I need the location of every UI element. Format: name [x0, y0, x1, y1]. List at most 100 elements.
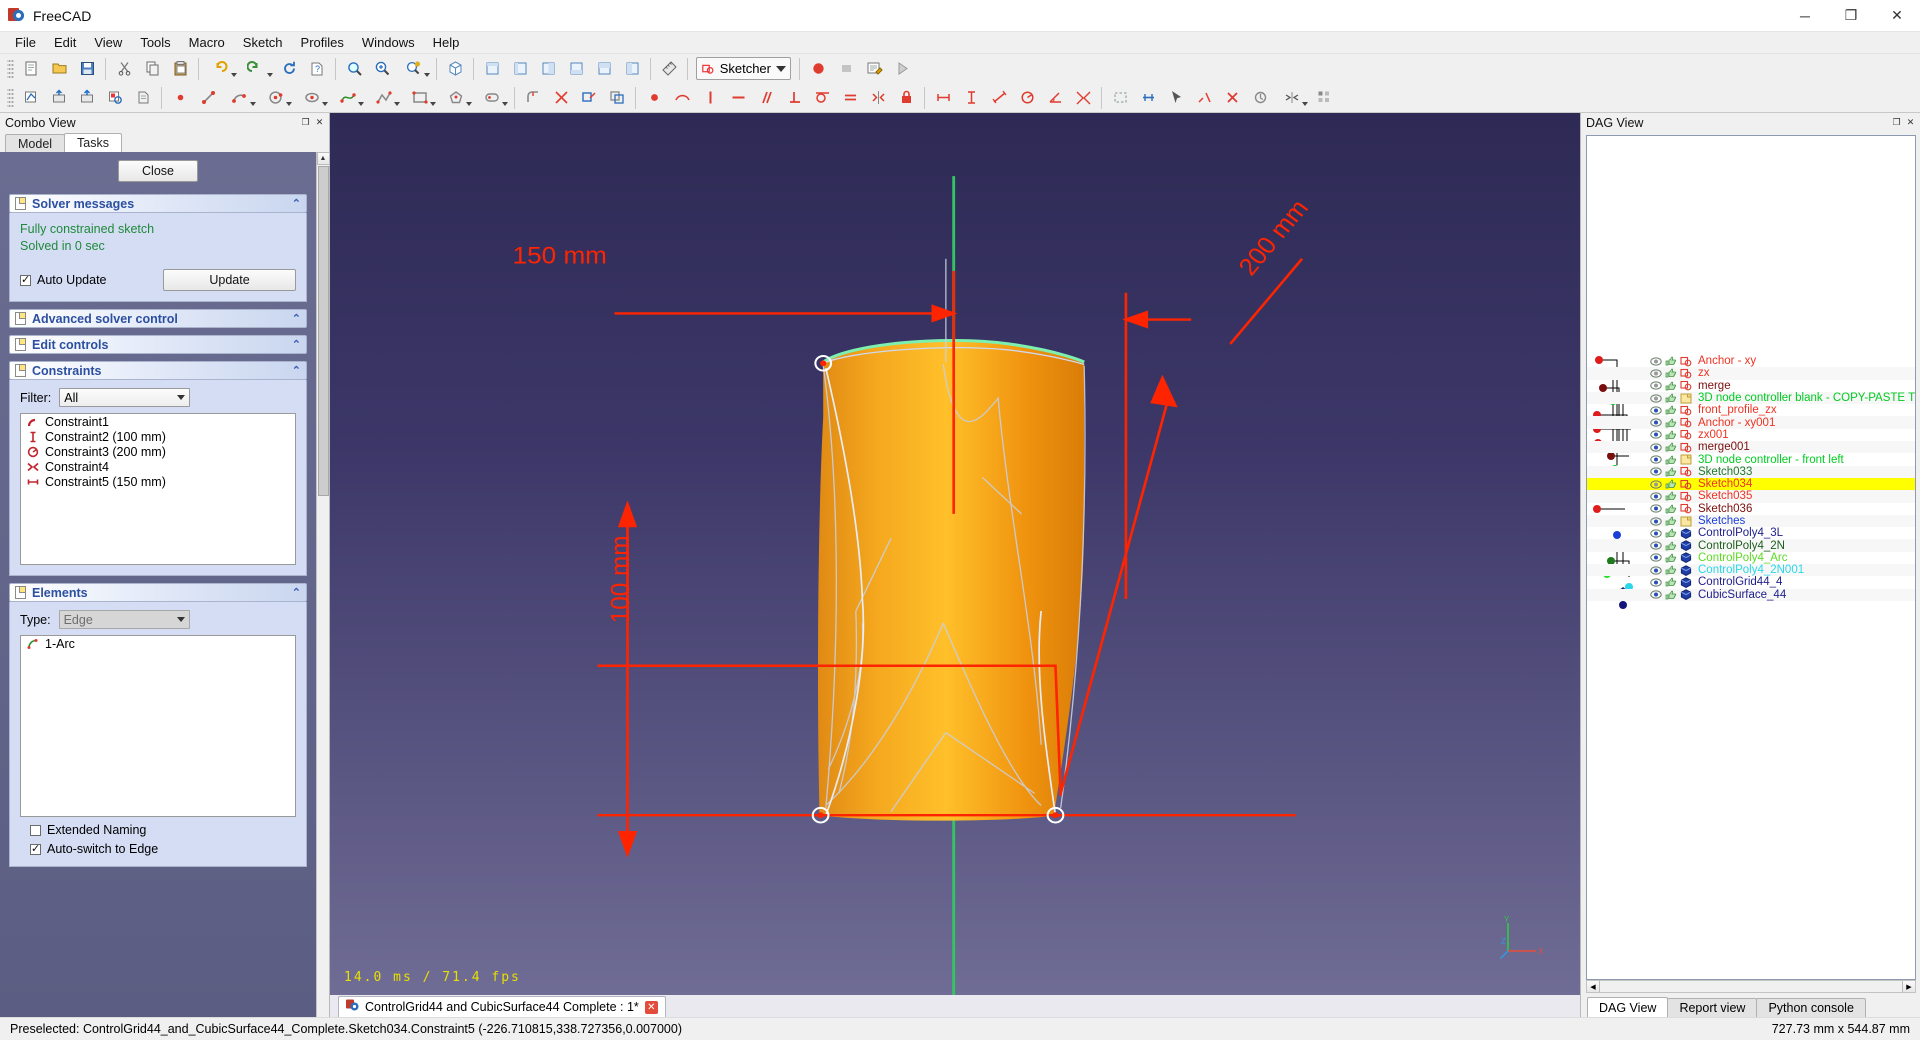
top-view-button[interactable] — [507, 57, 533, 81]
left-view-button[interactable] — [619, 57, 645, 81]
constraints-header[interactable]: Constraints ⌃ — [9, 361, 307, 380]
tab-tasks[interactable]: Tasks — [64, 133, 122, 152]
tab-model[interactable]: Model — [5, 134, 66, 152]
visibility-eye-icon[interactable] — [1649, 577, 1662, 588]
collapse-chevron-icon[interactable]: ⌃ — [292, 312, 301, 325]
menu-tools[interactable]: Tools — [131, 33, 179, 52]
menu-help[interactable]: Help — [424, 33, 469, 52]
menu-file[interactable]: File — [6, 33, 45, 52]
rear-view-button[interactable] — [563, 57, 589, 81]
constraint-list-item[interactable]: Constraint2 (100 mm) — [21, 429, 295, 444]
toolbar-grip[interactable] — [7, 57, 14, 80]
select-elements-button[interactable] — [1163, 86, 1189, 110]
undock-panel-button[interactable]: ❐ — [300, 117, 311, 128]
rectangular-array-button[interactable] — [1311, 86, 1337, 110]
select-conflicting-button[interactable] — [1219, 86, 1245, 110]
create-polygon-button[interactable] — [439, 86, 473, 110]
tasks-vertical-scrollbar[interactable]: ▲ — [316, 152, 330, 1017]
collapse-chevron-icon[interactable]: ⌃ — [292, 364, 301, 377]
constrain-vertical-button[interactable] — [697, 86, 723, 110]
visibility-eye-icon[interactable] — [1649, 405, 1662, 416]
validate-sketch-button[interactable] — [102, 86, 128, 110]
front-view-button[interactable] — [479, 57, 505, 81]
constrain-parallel-button[interactable] — [753, 86, 779, 110]
visibility-eye-icon[interactable] — [1649, 589, 1662, 600]
minimize-button[interactable]: ─ — [1782, 0, 1828, 32]
close-dag-button[interactable]: ✕ — [1905, 117, 1916, 128]
auto-switch-edge-checkbox[interactable] — [30, 842, 41, 855]
close-document-icon[interactable]: ✕ — [644, 1000, 658, 1014]
menu-macro[interactable]: Macro — [180, 33, 234, 52]
constrain-symmetric-button[interactable] — [865, 86, 891, 110]
create-point-button[interactable] — [167, 86, 193, 110]
dag-row[interactable]: ControlGrid44_4 — [1587, 576, 1915, 588]
create-line-button[interactable] — [195, 86, 221, 110]
visibility-eye-icon[interactable] — [1649, 393, 1662, 404]
fillet-button[interactable] — [520, 86, 546, 110]
visibility-eye-icon[interactable] — [1649, 552, 1662, 563]
visibility-eye-icon[interactable] — [1649, 368, 1662, 379]
constrain-perpendicular-button[interactable] — [781, 86, 807, 110]
tab-dag-view[interactable]: DAG View — [1587, 997, 1669, 1017]
cut-button[interactable] — [111, 57, 137, 81]
collapse-chevron-icon[interactable]: ⌃ — [292, 197, 301, 210]
elements-list[interactable]: 1-Arc — [20, 635, 296, 817]
macro-stop-button[interactable] — [833, 57, 859, 81]
constrain-distance-y-button[interactable] — [958, 86, 984, 110]
menu-edit[interactable]: Edit — [45, 33, 85, 52]
dag-horizontal-scrollbar[interactable]: ◀ ▶ — [1586, 980, 1916, 993]
constrain-angle-button[interactable] — [1042, 86, 1068, 110]
menu-windows[interactable]: Windows — [353, 33, 424, 52]
fit-all-button[interactable] — [341, 57, 367, 81]
dag-row[interactable]: Sketch036 — [1587, 503, 1915, 515]
edit-sketch-button[interactable] — [46, 86, 72, 110]
workbench-selector[interactable]: Sketcher — [696, 57, 791, 80]
visibility-eye-icon[interactable] — [1649, 503, 1662, 514]
visibility-eye-icon[interactable] — [1649, 454, 1662, 465]
visibility-eye-icon[interactable] — [1649, 540, 1662, 551]
undo-button[interactable] — [204, 57, 238, 81]
visibility-eye-icon[interactable] — [1649, 442, 1662, 453]
clone-geometry-button[interactable] — [604, 86, 630, 110]
zoom-selection-button[interactable] — [369, 57, 395, 81]
constrain-coincident-button[interactable] — [641, 86, 667, 110]
elements-type-select[interactable]: Edge — [58, 610, 190, 629]
scroll-thumb[interactable] — [317, 166, 329, 496]
dag-row[interactable]: Sketch033 — [1587, 465, 1915, 478]
scroll-right-arrow-icon[interactable]: ▶ — [1902, 981, 1915, 992]
new-document-button[interactable] — [18, 57, 44, 81]
macro-execute-button[interactable] — [889, 57, 915, 81]
trim-edge-button[interactable] — [548, 86, 574, 110]
close-window-button[interactable]: ✕ — [1874, 0, 1920, 32]
constrain-tangent-button[interactable] — [809, 86, 835, 110]
collapse-chevron-icon[interactable]: ⌃ — [292, 338, 301, 351]
dag-row[interactable]: ControlPoly4_2N — [1587, 539, 1915, 552]
axis-cross-indicator[interactable]: Y X Z — [1499, 913, 1546, 960]
toolbar-grip-2[interactable] — [7, 86, 14, 109]
visibility-eye-icon[interactable] — [1649, 380, 1662, 391]
create-slot-button[interactable] — [475, 86, 509, 110]
constraint-list-item[interactable]: Constraint3 (200 mm) — [21, 444, 295, 459]
scroll-up-arrow-icon[interactable]: ▲ — [316, 152, 330, 165]
constraints-filter-select[interactable]: All — [59, 388, 191, 407]
tab-python-console[interactable]: Python console — [1756, 998, 1866, 1017]
right-view-button[interactable] — [535, 57, 561, 81]
dag-row[interactable]: Anchor - xy — [1587, 355, 1915, 367]
menu-view[interactable]: View — [85, 33, 131, 52]
external-geometry-button[interactable] — [576, 86, 602, 110]
constrain-horizontal-button[interactable] — [725, 86, 751, 110]
visibility-eye-icon[interactable] — [1649, 565, 1662, 576]
menu-profiles[interactable]: Profiles — [292, 33, 353, 52]
copy-button[interactable] — [139, 57, 165, 81]
scroll-left-arrow-icon[interactable]: ◀ — [1587, 981, 1600, 992]
dag-row[interactable]: Anchor - xy001 — [1587, 416, 1915, 429]
dag-row[interactable]: zx001 — [1587, 429, 1915, 441]
toggle-driving-button[interactable] — [1135, 86, 1161, 110]
dag-row[interactable]: Sketches — [1587, 514, 1915, 528]
constrain-refraction-button[interactable] — [1070, 86, 1096, 110]
create-rectangle-button[interactable] — [403, 86, 437, 110]
create-bspline-button[interactable] — [331, 86, 365, 110]
open-document-button[interactable] — [46, 57, 72, 81]
constrain-radius-button[interactable] — [1014, 86, 1040, 110]
draw-style-button[interactable] — [397, 57, 431, 81]
